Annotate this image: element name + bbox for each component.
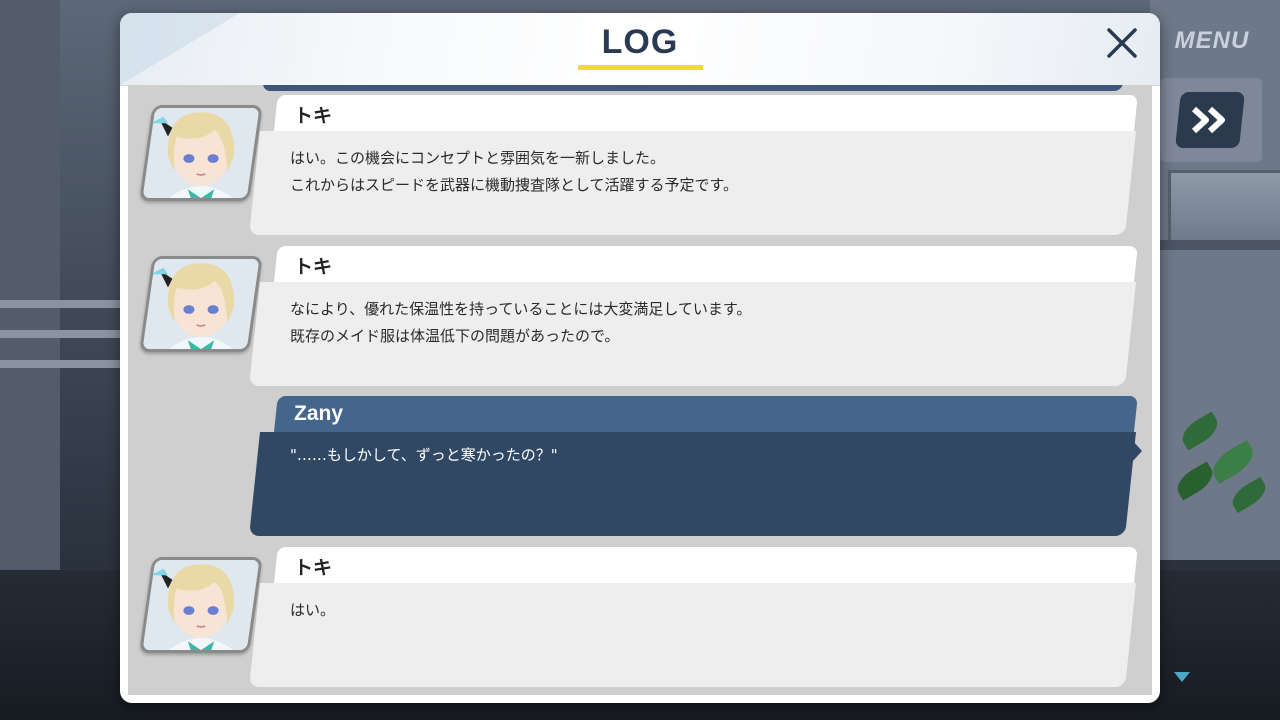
triangle-down-icon[interactable] [1172, 670, 1192, 684]
speaker-name-bar [274, 246, 1138, 282]
message-text: なにより、優れた保温性を持っていることには大変満足しています。 既存のメイド服は… [290, 300, 752, 345]
speaker-name: トキ [294, 105, 333, 127]
speaker-name: トキ [294, 256, 333, 278]
title-underline [578, 65, 703, 70]
log-title: LOG [601, 23, 679, 61]
message-box [249, 583, 1136, 687]
fast-forward-button[interactable] [1175, 92, 1245, 148]
toki-avatar [139, 557, 263, 653]
close-button[interactable] [1102, 23, 1142, 63]
previous-entry-edge [262, 85, 1124, 91]
toki-avatar [139, 256, 263, 352]
message-text: はい。この機会にコンセプトと雰囲気を一新しました。 これからはスピードを武器に機… [290, 149, 739, 194]
close-icon [1107, 28, 1137, 58]
speaker-name-bar [274, 95, 1138, 131]
speaker-name-bar [274, 547, 1138, 583]
log-entry: トキ はい。 [128, 547, 1152, 689]
log-entry: トキ はい。この機会にコンセプトと雰囲気を一新しました。 これからはスピードを武… [128, 95, 1152, 237]
speaker-name: トキ [294, 557, 333, 579]
log-header: LOG [120, 13, 1160, 86]
double-chevron-right-icon [1191, 106, 1225, 134]
toki-avatar [139, 105, 263, 201]
message-text: "……もしかして、ずっと寒かったの？" [290, 446, 558, 464]
message-text: はい。 [290, 601, 336, 619]
log-entry-player: Zany "……もしかして、ずっと寒かったの？" [128, 396, 1152, 538]
log-window: LOG トキ はい。この機会にコンセプトと雰囲気を一新しました。 これからはスピ… [120, 13, 1160, 703]
log-list[interactable]: トキ はい。この機会にコンセプトと雰囲気を一新しました。 これからはスピードを武… [128, 85, 1152, 695]
speaker-name: Zany [294, 402, 344, 425]
speech-tail [1132, 440, 1142, 462]
menu-button[interactable]: MENU [1162, 18, 1262, 64]
speaker-name-bar [274, 396, 1138, 432]
log-entry: トキ なにより、優れた保温性を持っていることには大変満足しています。 既存のメイ… [128, 246, 1152, 388]
